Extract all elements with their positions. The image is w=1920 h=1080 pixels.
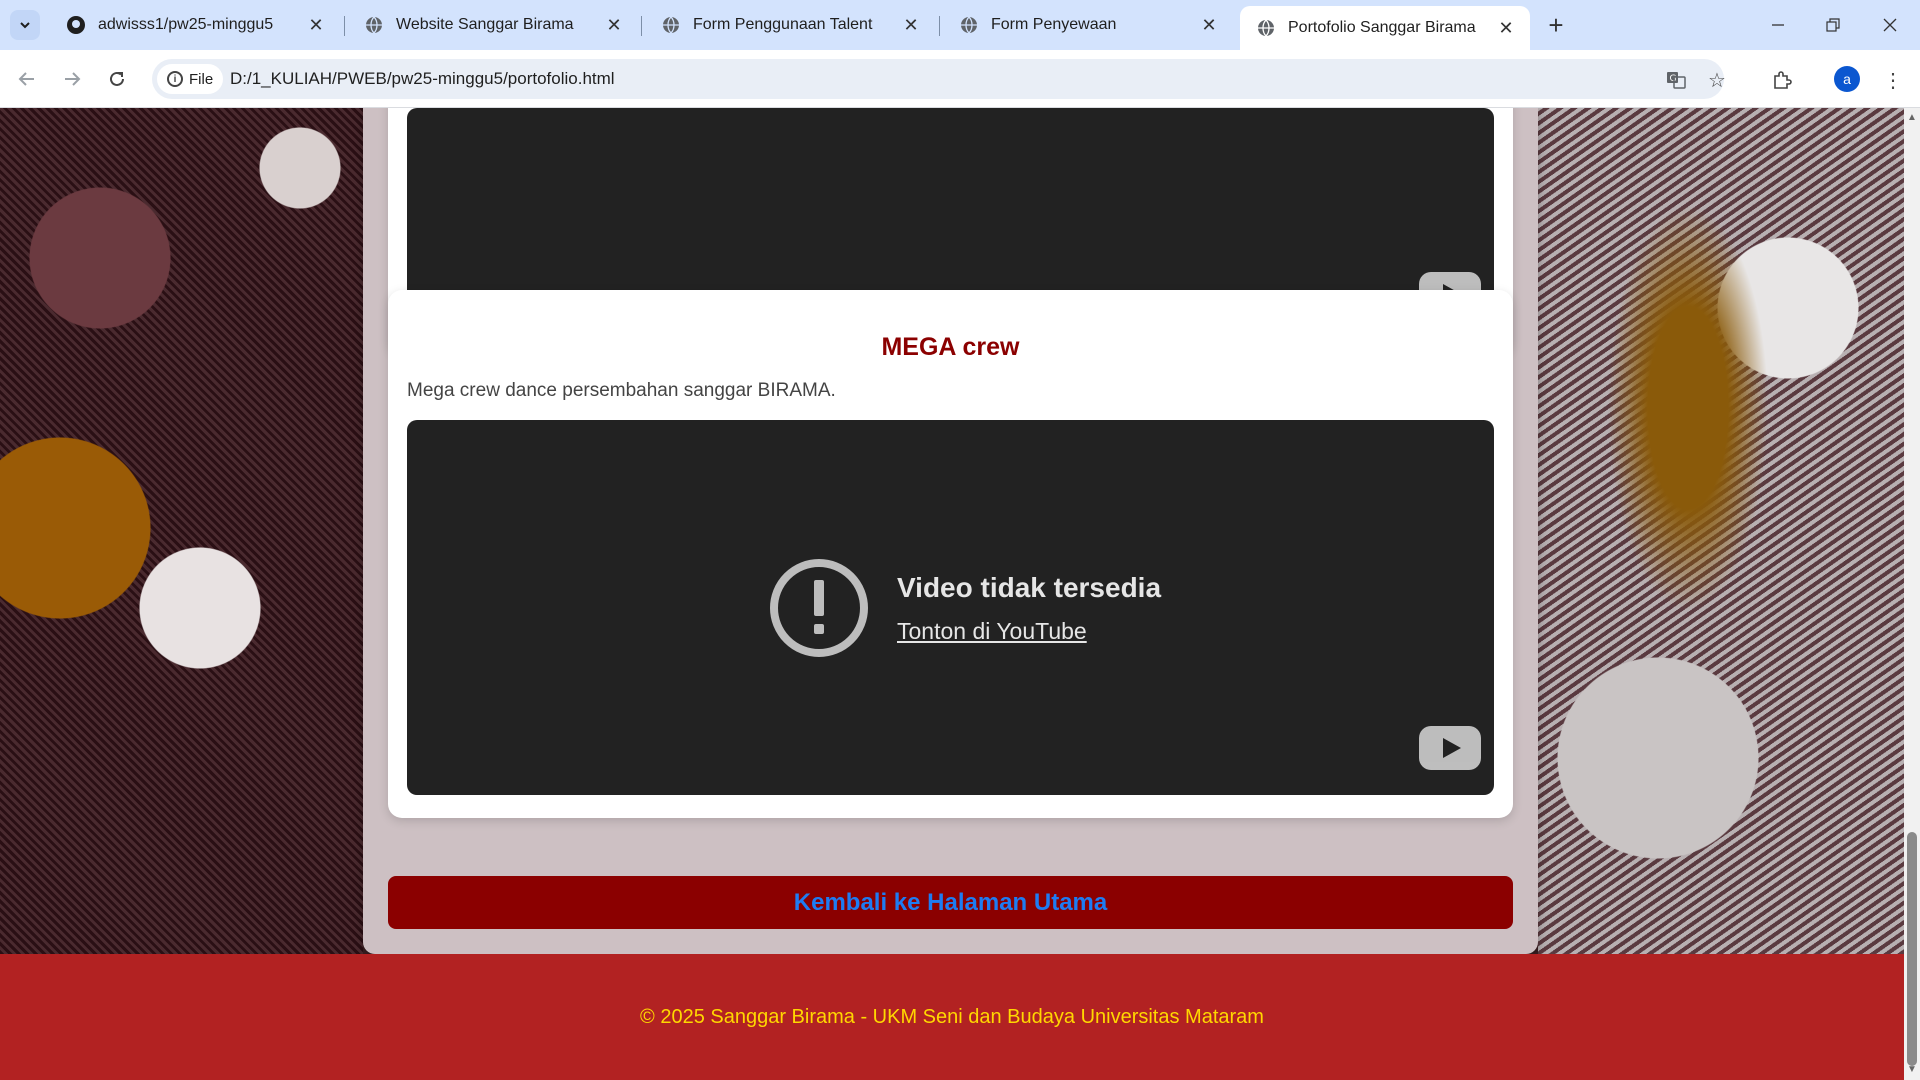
background-photo-left [0,108,363,954]
back-to-home-button[interactable]: Kembali ke Halaman Utama [388,876,1513,929]
close-window-button[interactable] [1870,8,1910,42]
portfolio-container: MEGA crew Mega crew dance persembahan sa… [363,108,1538,954]
tab-title: Website Sanggar Birama [396,16,574,33]
card-title: MEGA crew [881,333,1020,361]
restore-icon [1826,18,1840,32]
video-error-title: Video tidak tersedia [897,571,1162,603]
info-icon: i [167,71,183,87]
chevron-down-icon [20,22,30,29]
minimize-button[interactable] [1758,8,1798,42]
card-description: Mega crew dance persembahan sanggar BIRA… [407,380,836,401]
reload-icon [110,71,124,86]
globe-icon [364,15,384,35]
scroll-up-icon[interactable]: ▲ [1906,112,1918,124]
reload-button[interactable] [102,64,132,94]
tab-title: Form Penggunaan Talent [693,16,873,33]
globe-icon [661,15,681,35]
tab-portofolio[interactable]: Portofolio Sanggar Birama ✕ [1240,6,1530,50]
close-icon[interactable]: ✕ [604,15,624,35]
globe-icon [1256,18,1276,38]
scrollbar-thumb[interactable] [1907,832,1917,1066]
close-icon [1883,18,1897,32]
alert-circle-icon [770,559,868,657]
github-icon [66,15,86,35]
close-icon[interactable]: ✕ [306,15,326,35]
translate-icon[interactable]: G [1662,66,1690,94]
tab-strip: adwisss1/pw25-minggu5 ✕ Website Sanggar … [0,0,1920,50]
footer: © 2025 Sanggar Birama - UKM Seni dan Bud… [0,954,1904,1080]
arrow-left-icon [18,72,34,86]
globe-icon [959,15,979,35]
bookmark-star-icon[interactable]: ☆ [1703,66,1731,94]
forward-button[interactable] [57,64,87,94]
youtube-play-icon[interactable] [1419,726,1481,770]
close-icon[interactable]: ✕ [901,15,921,35]
tab-github[interactable]: adwisss1/pw25-minggu5 ✕ [50,6,340,44]
menu-kebab-icon[interactable]: ⋮ [1879,66,1907,94]
tab-title: adwisss1/pw25-minggu5 [98,16,274,33]
portfolio-card: MEGA crew Mega crew dance persembahan sa… [388,290,1513,818]
tab-divider [939,16,940,36]
tab-search-button[interactable] [10,10,40,40]
page-viewport: MEGA crew Mega crew dance persembahan sa… [0,108,1904,1080]
tab-form-penyewaan[interactable]: Form Penyewaan ✕ [943,6,1233,44]
video-embed[interactable]: Video tidak tersedia Tonton di YouTube [407,420,1494,795]
tab-website[interactable]: Website Sanggar Birama ✕ [348,6,638,44]
minimize-icon [1772,24,1784,26]
tab-title: Portofolio Sanggar Birama [1288,19,1476,36]
url-text[interactable]: D:/1_KULIAH/PWEB/pw25-minggu5/portofolio… [230,69,615,89]
restore-button[interactable] [1813,8,1853,42]
close-icon[interactable]: ✕ [1496,18,1516,38]
tab-title: Form Penyewaan [991,16,1117,33]
tab-form-talent[interactable]: Form Penggunaan Talent ✕ [645,6,935,44]
close-icon[interactable]: ✕ [1199,15,1219,35]
tab-divider [641,16,642,36]
video-error: Video tidak tersedia Tonton di YouTube [769,558,1161,658]
profile-avatar[interactable]: a [1834,66,1860,92]
back-button[interactable] [12,64,42,94]
site-info-chip[interactable]: i File [157,64,224,94]
extensions-icon[interactable] [1768,66,1796,94]
scroll-down-icon[interactable]: ▼ [1906,1064,1918,1076]
tab-divider [344,16,345,36]
arrow-right-icon [65,72,81,86]
chip-label: File [189,70,214,88]
svg-text:G: G [1670,74,1677,84]
background-photo-right [1538,108,1904,954]
watch-on-youtube-link[interactable]: Tonton di YouTube [897,618,1161,645]
footer-copyright: © 2025 Sanggar Birama - UKM Seni dan Bud… [640,1005,1264,1028]
new-tab-button[interactable]: + [1542,12,1570,40]
